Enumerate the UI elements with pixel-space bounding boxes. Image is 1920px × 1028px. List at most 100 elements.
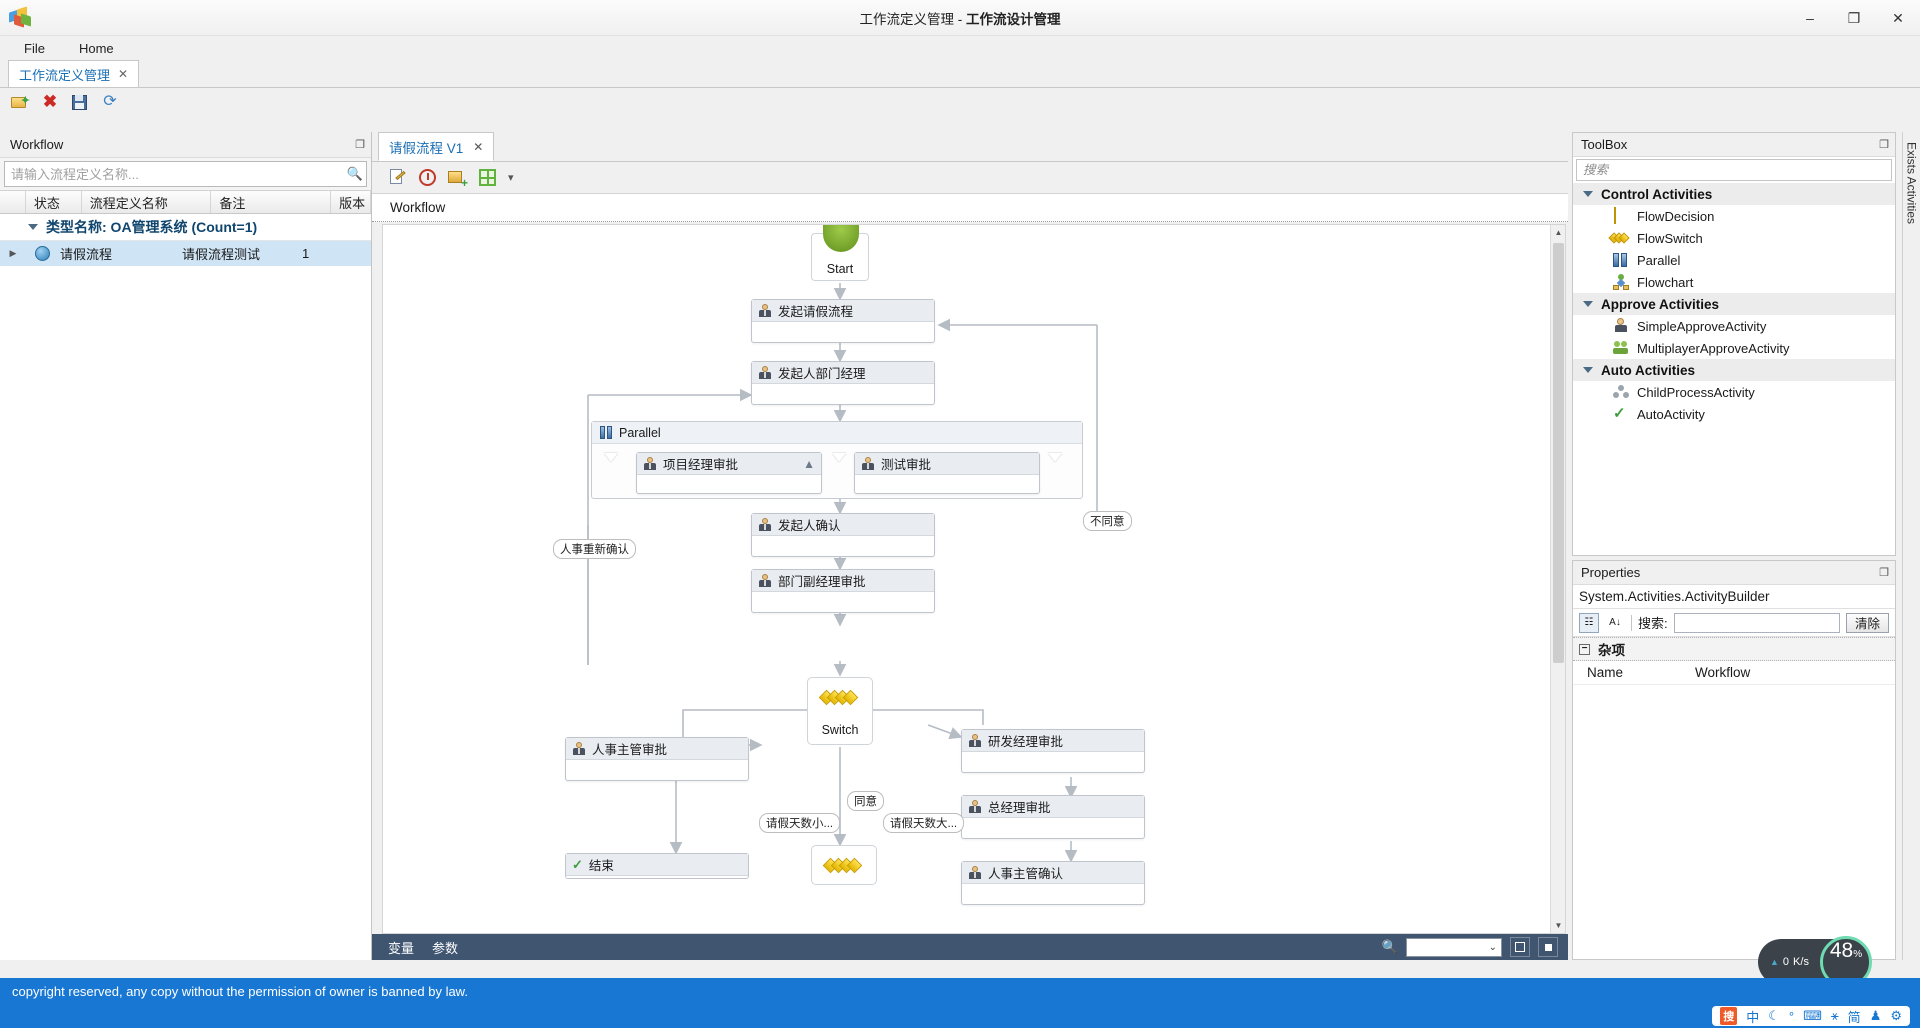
toolbox-group-control-activities[interactable]: Control Activities [1573, 183, 1895, 205]
skin-icon[interactable]: ♟ [1870, 1008, 1882, 1024]
tab-arguments[interactable]: 参数 [432, 938, 458, 957]
close-icon[interactable]: ✕ [118, 67, 128, 81]
tab-leave-process-v1[interactable]: 请假流程 V1 ✕ [378, 132, 495, 161]
simplified-chinese-icon[interactable]: 简 [1848, 1007, 1861, 1026]
menu-file[interactable]: File [18, 39, 51, 58]
group-row[interactable]: 类型名称: OA管理系统 (Count=1) [0, 214, 371, 240]
start-node[interactable]: Start [811, 225, 869, 281]
workflow-search-input[interactable] [5, 163, 344, 185]
parallel-container[interactable]: Parallel 项目经理审批 ▲ 测试审批 [591, 421, 1083, 499]
activity-node[interactable]: 发起请假流程 [751, 299, 935, 343]
minimize-button[interactable]: – [1788, 0, 1832, 36]
maximize-button[interactable]: ❐ [1832, 0, 1876, 36]
edit-icon[interactable] [388, 168, 407, 187]
row-note: 请假流程测试 [182, 247, 261, 262]
canvas-vertical-scrollbar[interactable]: ▲ ▼ [1550, 225, 1565, 933]
collapse-chevron-icon[interactable]: ▲ [803, 457, 815, 471]
switch-node-secondary[interactable] [811, 845, 877, 885]
new-folder-icon[interactable]: ✦ [10, 92, 30, 112]
switch-node[interactable]: Switch [807, 677, 873, 745]
search-icon[interactable]: 🔍 [344, 166, 366, 182]
pin-icon[interactable]: ❐ [355, 138, 365, 151]
actual-size-icon[interactable] [1538, 937, 1558, 957]
toolbox-group-approve-activities[interactable]: Approve Activities [1573, 293, 1895, 315]
menu-home[interactable]: Home [73, 39, 120, 58]
user-icon[interactable]: ⚹ [1831, 1008, 1839, 1024]
scroll-up-icon[interactable]: ▲ [1551, 225, 1565, 240]
properties-search-input[interactable] [1673, 612, 1840, 633]
zoom-level-select[interactable]: ⌄ [1406, 937, 1502, 957]
end-node[interactable]: ✓ 结束 [565, 853, 749, 879]
chevron-down-icon [1583, 301, 1593, 307]
zoom-search-icon[interactable]: 🔍 [1382, 939, 1398, 955]
toolbox-item-autoactivity[interactable]: ✓ AutoActivity [1573, 403, 1895, 425]
activity-node[interactable]: 发起人确认 [751, 513, 935, 557]
workflow-grid-header: 状态 流程定义名称 备注 版本 [0, 190, 371, 214]
degree-icon[interactable]: ° [1789, 1009, 1794, 1024]
activity-node[interactable]: 项目经理审批 ▲ [636, 452, 822, 494]
chevron-down-icon[interactable] [28, 224, 38, 230]
column-header-name[interactable]: 流程定义名称 [82, 191, 212, 213]
workflow-canvas-container[interactable]: Start 发起请假流程 发起人部门经理 Parallel 项目经理审批 ▲ 测… [382, 224, 1566, 934]
workflow-canvas[interactable]: Start 发起请假流程 发起人部门经理 Parallel 项目经理审批 ▲ 测… [383, 225, 1565, 933]
clock-icon[interactable] [419, 169, 436, 186]
activity-node[interactable]: 研发经理审批 [961, 729, 1145, 773]
grid-icon[interactable] [479, 169, 496, 186]
parallel-drop-mid-icon[interactable] [832, 453, 846, 477]
alphabetical-sort-icon[interactable]: A↓ [1605, 613, 1625, 633]
toolbox-item-flowdecision[interactable]: FlowDecision [1573, 205, 1895, 227]
activity-node[interactable]: 测试审批 [854, 452, 1040, 494]
moon-icon[interactable]: ☾ [1768, 1008, 1780, 1024]
categorized-view-icon[interactable]: ☷ [1579, 612, 1599, 633]
sogou-ime-icon[interactable]: 搜 [1720, 1007, 1738, 1025]
clear-button[interactable]: 清除 [1845, 612, 1889, 633]
properties-group-misc[interactable]: − 杂项 [1573, 637, 1895, 661]
toolbox-item-childprocessactivity[interactable]: ChildProcessActivity [1573, 381, 1895, 403]
column-header-version[interactable]: 版本 [331, 191, 371, 213]
parallel-drop-left-icon[interactable] [604, 453, 618, 477]
keyboard-icon[interactable]: ⌨ [1803, 1008, 1822, 1024]
toolbox-item-flowchart[interactable]: Flowchart [1573, 271, 1895, 293]
activity-node[interactable]: 人事主管确认 [961, 861, 1145, 905]
property-value[interactable]: Workflow [1689, 665, 1895, 680]
scrollbar-thumb[interactable] [1553, 243, 1564, 663]
toolbox-search-input[interactable] [1583, 163, 1891, 177]
activity-node[interactable]: 人事主管审批 [565, 737, 749, 781]
column-header-note[interactable]: 备注 [211, 191, 332, 213]
side-strip[interactable]: Exists Activities [1902, 132, 1920, 960]
parallel-drop-right-icon[interactable] [1048, 453, 1062, 477]
table-row[interactable]: ▶ 请假流程 请假流程测试 1 [0, 240, 371, 266]
pin-icon[interactable]: ❐ [1879, 138, 1889, 151]
fit-to-screen-icon[interactable] [1510, 937, 1530, 957]
save-icon[interactable] [70, 92, 90, 112]
column-header-state[interactable]: 状态 [26, 191, 82, 213]
activity-node[interactable]: 发起人部门经理 [751, 361, 935, 405]
row-expand-icon[interactable]: ▶ [0, 248, 26, 259]
activity-node-label: 部门副经理审批 [778, 575, 866, 589]
property-row[interactable]: Name Workflow [1573, 661, 1895, 685]
add-folder-icon[interactable]: + [448, 168, 468, 189]
scroll-down-icon[interactable]: ▼ [1551, 918, 1565, 933]
parallel-header: Parallel [592, 422, 1082, 444]
tab-variables[interactable]: 变量 [388, 938, 414, 957]
pin-icon[interactable]: ❐ [1879, 566, 1889, 579]
close-button[interactable]: ✕ [1876, 0, 1920, 36]
toolbox-group-auto-activities[interactable]: Auto Activities [1573, 359, 1895, 381]
delete-icon[interactable]: ✖ [40, 92, 60, 112]
activity-node[interactable]: 总经理审批 [961, 795, 1145, 839]
collapse-icon[interactable]: − [1579, 643, 1590, 655]
toolbox-item-parallel[interactable]: Parallel [1573, 249, 1895, 271]
side-strip-label[interactable]: Exists Activities [1905, 142, 1919, 224]
activity-node[interactable]: 部门副经理审批 [751, 569, 935, 613]
ime-mode-chinese-icon[interactable]: 中 [1746, 1007, 1759, 1026]
close-icon[interactable]: ✕ [473, 140, 483, 154]
copyright-bar: copyright reserved, any copy without the… [0, 978, 1920, 1004]
overflow-caret-icon[interactable]: ▾ [508, 171, 514, 184]
toolbox-item-flowswitch[interactable]: FlowSwitch [1573, 227, 1895, 249]
gear-icon[interactable]: ⚙ [1890, 1008, 1902, 1024]
breadcrumb-label[interactable]: Workflow [390, 200, 445, 215]
tab-workflow-definition-management[interactable]: 工作流定义管理 ✕ [8, 60, 140, 87]
refresh-icon[interactable]: ⟳ [100, 92, 120, 112]
toolbox-item-simpleapproveactivity[interactable]: SimpleApproveActivity [1573, 315, 1895, 337]
toolbox-item-multiplayerapproveactivity[interactable]: MultiplayerApproveActivity [1573, 337, 1895, 359]
